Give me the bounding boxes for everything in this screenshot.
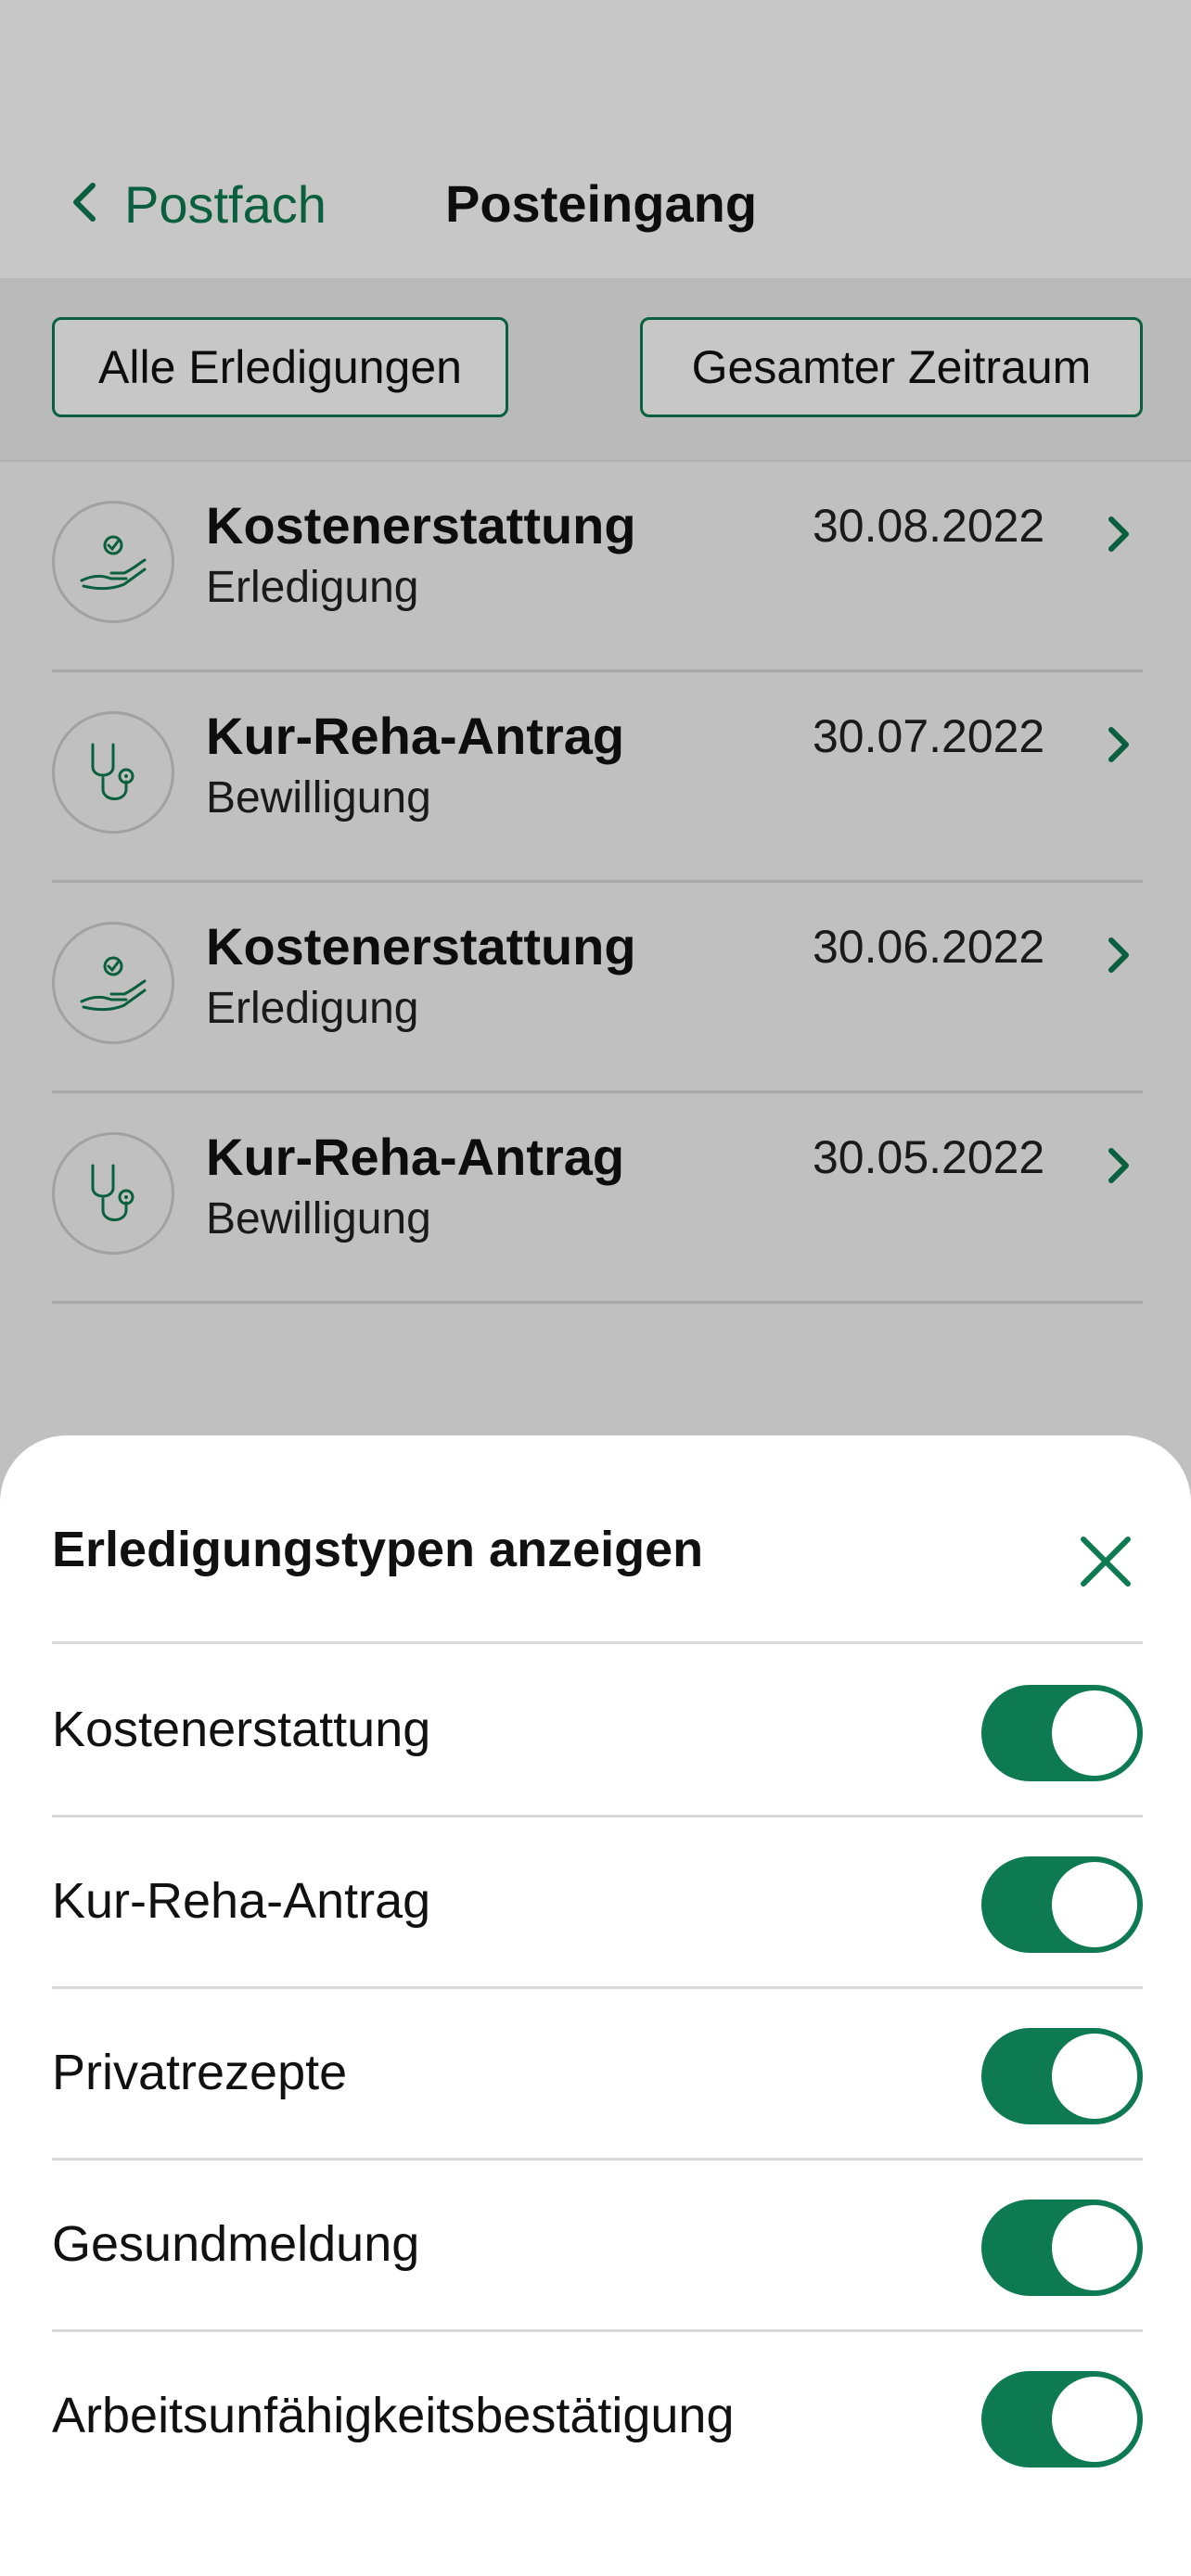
toggle-switch[interactable] bbox=[981, 1856, 1143, 1953]
option-row-gesundmeldung: Gesundmeldung bbox=[52, 2159, 1143, 2332]
option-label: Arbeitsunfähigkeitsbestätigung bbox=[52, 2388, 735, 2443]
sheet-title: Erledigungstypen anzeigen bbox=[52, 1522, 704, 1577]
toggle-switch[interactable] bbox=[981, 2200, 1143, 2296]
toggle-switch[interactable] bbox=[981, 2028, 1143, 2124]
toggle-knob bbox=[1052, 1690, 1137, 1776]
option-row-kostenerstattung: Kostenerstattung bbox=[52, 1644, 1143, 1817]
option-label: Privatrezepte bbox=[52, 2045, 348, 2100]
option-row-privatrezepte: Privatrezepte bbox=[52, 1987, 1143, 2161]
option-label: Kur-Reha-Antrag bbox=[52, 1873, 431, 1929]
option-label: Gesundmeldung bbox=[52, 2216, 420, 2272]
toggle-switch[interactable] bbox=[981, 2371, 1143, 2468]
option-label: Kostenerstattung bbox=[52, 1702, 431, 1757]
toggle-knob bbox=[1052, 2034, 1137, 2119]
option-row-arbeitsunfaehigkeitsbestaetigung: Arbeitsunfähigkeitsbestätigung bbox=[52, 2330, 1143, 2501]
toggle-switch[interactable] bbox=[981, 1685, 1143, 1781]
option-row-kur-reha-antrag: Kur-Reha-Antrag bbox=[52, 1816, 1143, 1989]
toggle-knob bbox=[1052, 1862, 1137, 1947]
toggle-knob bbox=[1052, 2377, 1137, 2462]
close-icon[interactable] bbox=[1076, 1532, 1135, 1591]
toggle-knob bbox=[1052, 2205, 1137, 2290]
